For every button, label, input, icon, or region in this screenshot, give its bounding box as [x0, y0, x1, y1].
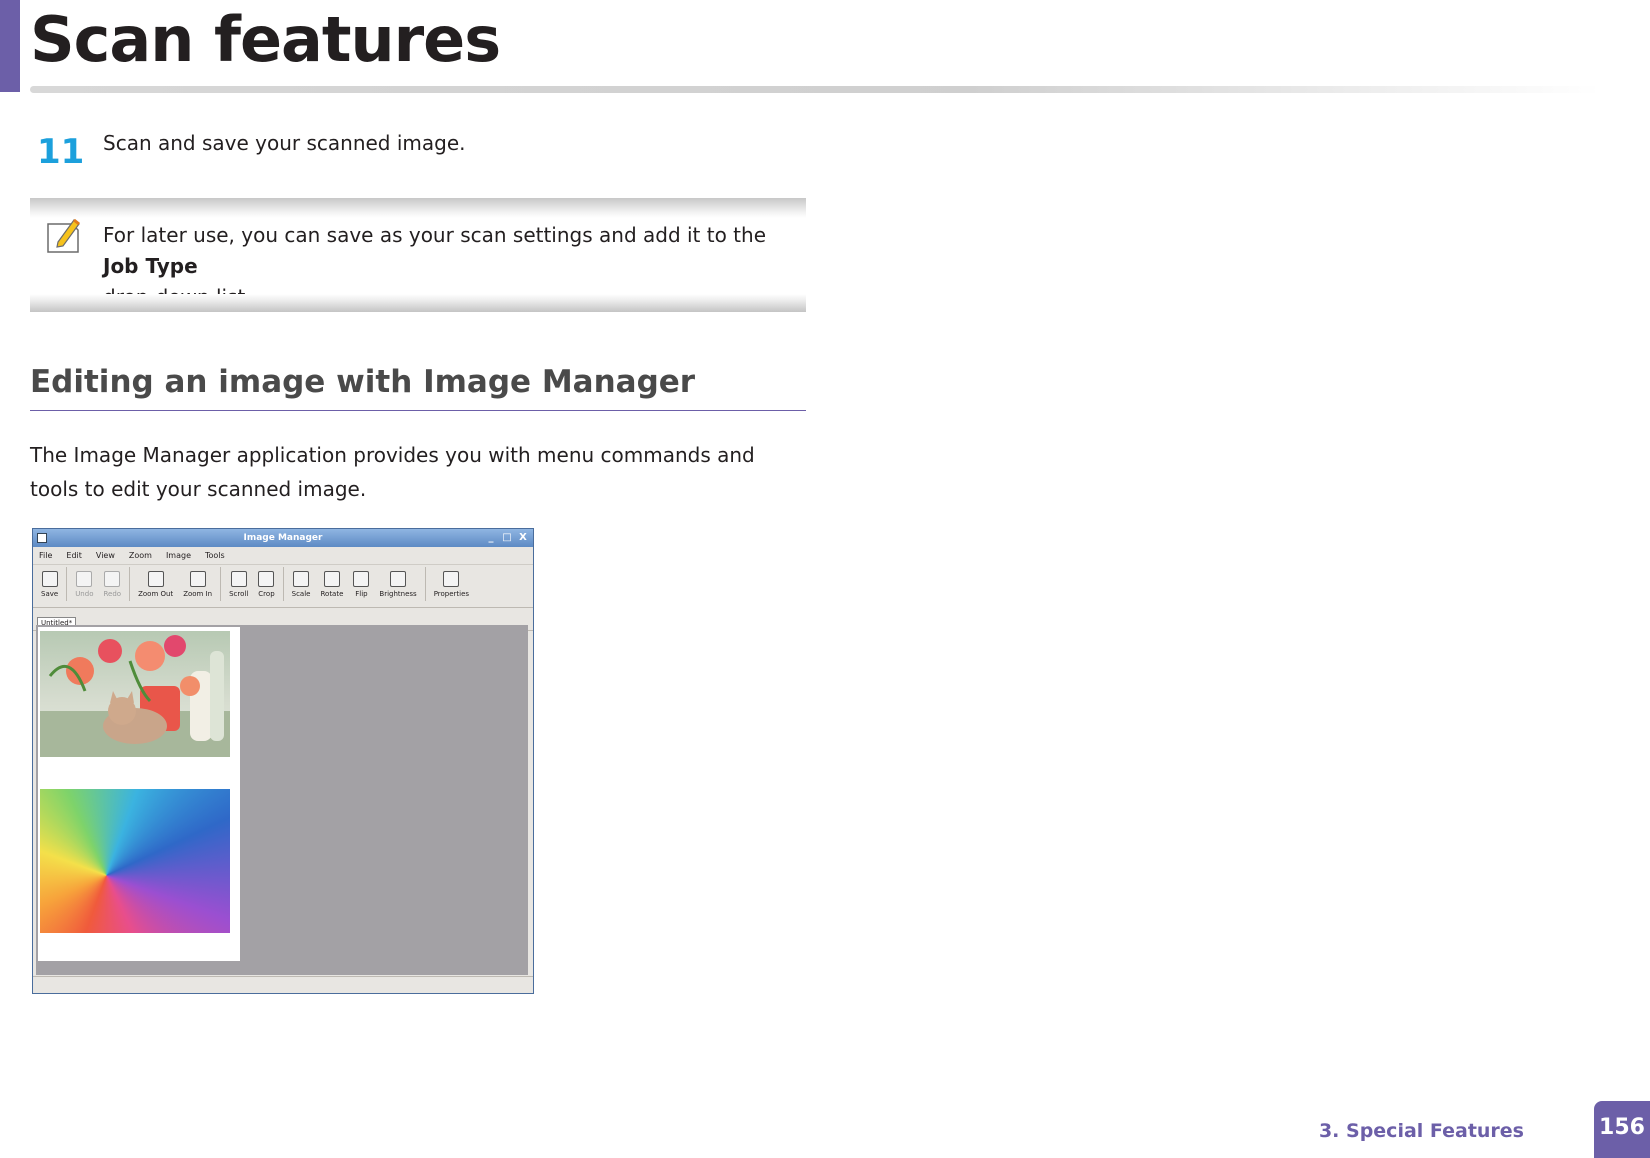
app-titlebar: Image Manager _ □ X [33, 529, 533, 547]
toolbar-button-label: Rotate [320, 590, 344, 598]
rotate-icon [323, 571, 340, 587]
toolbar-button-label: Brightness [379, 590, 417, 598]
toolbar-properties-button[interactable]: Properties [430, 567, 473, 598]
image-manager-screenshot: Image Manager _ □ X File Edit View Zoom … [32, 528, 534, 994]
toolbar-separator [282, 567, 284, 601]
undo-icon [76, 571, 93, 587]
menu-view[interactable]: View [96, 547, 115, 564]
maximize-button[interactable]: □ [501, 531, 513, 545]
note-bottom-bar [30, 294, 806, 312]
title-accent-bar [0, 0, 20, 92]
section-divider [30, 410, 806, 411]
step-text: Scan and save your scanned image. [103, 131, 466, 155]
menu-file[interactable]: File [39, 547, 52, 564]
section-heading: Editing an image with Image Manager [30, 364, 696, 400]
crop-icon [258, 571, 275, 587]
scale-icon [293, 571, 310, 587]
toolbar-button-label: Zoom In [183, 590, 213, 598]
toolbar-rotate-button[interactable]: Rotate [316, 567, 347, 598]
toolbar-button-label: Scale [291, 590, 311, 598]
brightness-icon [390, 571, 407, 587]
toolbar-separator [424, 567, 426, 601]
page-number: 156 [1594, 1101, 1650, 1158]
toolbar-crop-button[interactable]: Crop [254, 567, 278, 598]
toolbar-button-label: Save [41, 590, 59, 598]
system-menu-icon [37, 533, 47, 543]
toolbar-flip-button[interactable]: Flip [349, 567, 373, 598]
note-pencil-icon [47, 218, 80, 253]
toolbar-button-label: Redo [103, 590, 122, 598]
toolbar-button-label: Scroll [229, 590, 249, 598]
flowers-cat-photo [40, 631, 230, 757]
page-title: Scan features [30, 3, 501, 76]
title-divider [30, 86, 1600, 93]
image-canvas[interactable] [36, 625, 528, 975]
redo-icon [104, 571, 121, 587]
section-body: The Image Manager application provides y… [30, 443, 755, 501]
toolbar-button-label: Undo [75, 590, 94, 598]
app-menubar: File Edit View Zoom Image Tools [33, 547, 533, 565]
note-box: For later use, you can save as your scan… [30, 198, 806, 312]
toolbar-save-button[interactable]: Save [37, 567, 62, 598]
status-bar [33, 976, 533, 993]
chapter-label: 3. Special Features [1318, 1120, 1524, 1142]
toolbar-separator [129, 567, 131, 601]
toolbar-button-label: Crop [258, 590, 275, 598]
zoom-in-icon [189, 571, 206, 587]
note-top-bar [30, 198, 806, 218]
save-icon [41, 571, 58, 587]
toolbar-scale-button[interactable]: Scale [288, 567, 315, 598]
toolbar-separator [66, 567, 68, 601]
toolbar-button-label: Properties [433, 590, 470, 598]
toolbar-scroll-button[interactable]: Scroll [225, 567, 252, 598]
step-number: 11 [37, 132, 85, 172]
zoom-out-icon [147, 571, 164, 587]
menu-zoom[interactable]: Zoom [129, 547, 152, 564]
properties-icon [443, 571, 460, 587]
note-text-before: For later use, you can save as your scan… [103, 223, 767, 247]
flip-icon [353, 571, 370, 587]
toolbar-zoom-out-button[interactable]: Zoom Out [134, 567, 177, 598]
menu-edit[interactable]: Edit [66, 547, 82, 564]
scanned-page [38, 627, 240, 961]
colorful-flower-photo [40, 789, 230, 933]
scroll-icon [230, 571, 247, 587]
note-bold-term: Job Type [103, 254, 198, 278]
minimize-button[interactable]: _ [485, 531, 497, 545]
app-toolbar: Save Undo Redo Zoom Out Zoom In Scroll Crop Sca… [33, 565, 533, 608]
toolbar-button-label: Zoom Out [138, 590, 174, 598]
menu-image[interactable]: Image [166, 547, 191, 564]
app-title: Image Manager [243, 533, 323, 543]
toolbar-zoom-in-button[interactable]: Zoom In [179, 567, 216, 598]
menu-tools[interactable]: Tools [205, 547, 225, 564]
toolbar-brightness-button[interactable]: Brightness [375, 567, 420, 598]
toolbar-redo-button[interactable]: Redo [99, 567, 125, 598]
toolbar-undo-button[interactable]: Undo [71, 567, 97, 598]
close-button[interactable]: X [517, 531, 529, 545]
toolbar-separator [220, 567, 222, 601]
toolbar-button-label: Flip [355, 590, 368, 598]
